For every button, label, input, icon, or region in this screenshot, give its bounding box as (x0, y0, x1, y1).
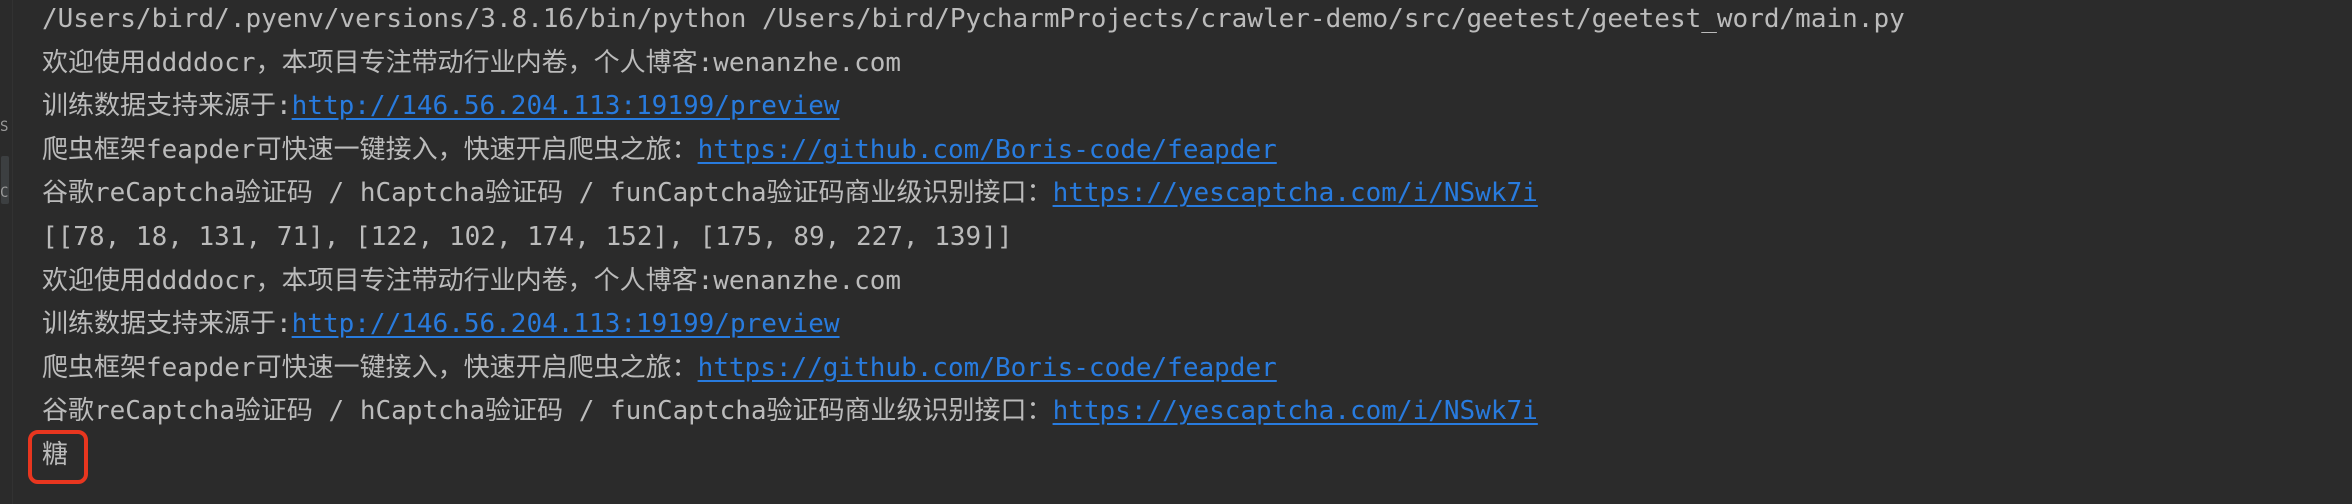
train-source-link[interactable]: http://146.56.204.113:19199/preview (292, 309, 840, 339)
feapder-line: 爬虫框架feapder可快速一键接入，快速开启爬虫之旅：https://gith… (42, 349, 2352, 393)
welcome-line: 欢迎使用ddddocr，本项目专注带动行业内卷，个人博客:wenanzhe.co… (42, 262, 2352, 306)
captcha-link[interactable]: https://yescaptcha.com/i/NSwk7i (1053, 396, 1538, 426)
train-source-line: 训练数据支持来源于:http://146.56.204.113:19199/pr… (42, 87, 2352, 131)
feapder-link[interactable]: https://github.com/Boris-code/feapder (698, 135, 1277, 165)
welcome-text: 欢迎使用ddddocr，本项目专注带动行业内卷，个人博客:wenanzhe.co… (42, 265, 902, 296)
feapder-prefix: 爬虫框架feapder可快速一键接入，快速开启爬虫之旅： (42, 352, 698, 383)
boxes-output-text: [[78, 18, 131, 71], [122, 102, 174, 152]… (42, 221, 1013, 252)
train-source-prefix: 训练数据支持来源于: (42, 91, 292, 122)
captcha-link[interactable]: https://yescaptcha.com/i/NSwk7i (1053, 178, 1538, 208)
welcome-line: 欢迎使用ddddocr，本项目专注带动行业内卷，个人博客:wenanzhe.co… (42, 44, 2352, 88)
result-char: 糖 (42, 439, 69, 470)
command-text: /Users/bird/.pyenv/versions/3.8.16/bin/p… (42, 4, 1905, 34)
captcha-line: 谷歌reCaptcha验证码 / hCaptcha验证码 / funCaptch… (42, 392, 2352, 436)
feapder-line: 爬虫框架feapder可快速一键接入，快速开启爬虫之旅：https://gith… (42, 131, 2352, 175)
result-highlight: 糖 (27, 429, 89, 484)
train-source-link[interactable]: http://146.56.204.113:19199/preview (292, 91, 840, 121)
console-output[interactable]: /Users/bird/.pyenv/versions/3.8.16/bin/p… (27, 0, 2352, 484)
captcha-prefix: 谷歌reCaptcha验证码 / hCaptcha验证码 / funCaptch… (42, 178, 1053, 209)
gutter-glyph: C (0, 185, 9, 201)
result-line: 糖 (27, 429, 2352, 484)
captcha-prefix: 谷歌reCaptcha验证码 / hCaptcha验证码 / funCaptch… (42, 396, 1053, 427)
train-source-line: 训练数据支持来源于:http://146.56.204.113:19199/pr… (42, 305, 2352, 349)
run-console: S C /Users/bird/.pyenv/versions/3.8.16/b… (0, 0, 2352, 504)
gutter-glyph: S (0, 119, 9, 135)
train-source-prefix: 训练数据支持来源于: (42, 309, 292, 340)
captcha-line: 谷歌reCaptcha验证码 / hCaptcha验证码 / funCaptch… (42, 174, 2352, 218)
console-gutter: S C (0, 0, 13, 504)
boxes-output-line: [[78, 18, 131, 71], [122, 102, 174, 152]… (42, 218, 2352, 262)
feapder-prefix: 爬虫框架feapder可快速一键接入，快速开启爬虫之旅： (42, 134, 698, 165)
feapder-link[interactable]: https://github.com/Boris-code/feapder (698, 353, 1277, 383)
welcome-text: 欢迎使用ddddocr，本项目专注带动行业内卷，个人博客:wenanzhe.co… (42, 47, 902, 78)
command-line: /Users/bird/.pyenv/versions/3.8.16/bin/p… (42, 0, 2352, 44)
